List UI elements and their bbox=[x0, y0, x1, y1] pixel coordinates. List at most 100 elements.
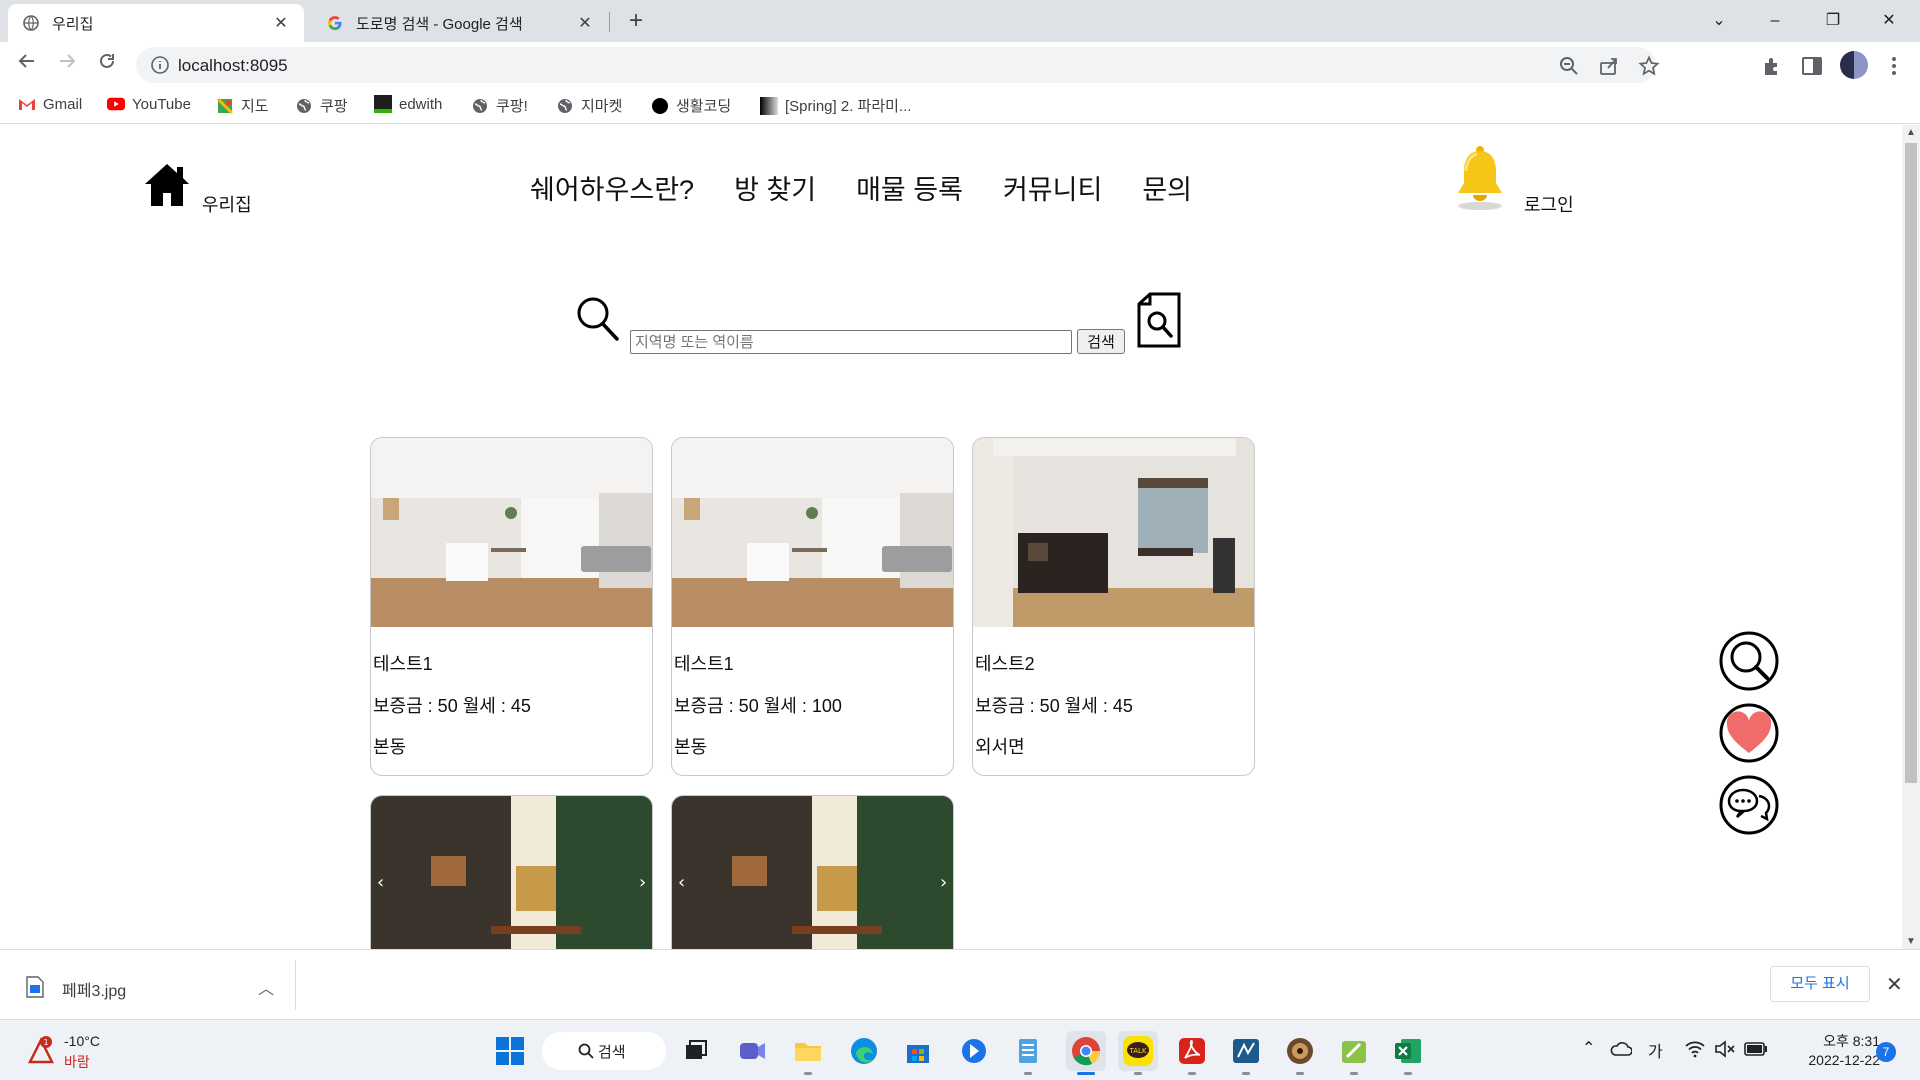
main-nav: 쉐어하우스란? 방 찾기 매물 등록 커뮤니티 문의 bbox=[530, 168, 1232, 207]
speaker-muted-icon[interactable] bbox=[1714, 1040, 1736, 1058]
scroll-up-icon[interactable]: ▲ bbox=[1902, 127, 1920, 138]
page-scrollbar[interactable]: ▲ ▼ bbox=[1902, 125, 1920, 949]
bookmark-gmail[interactable]: Gmail bbox=[18, 95, 82, 113]
bookmark-edwith[interactable]: edwith bbox=[374, 95, 442, 113]
url-text[interactable]: localhost:8095 bbox=[178, 56, 288, 76]
wifi-icon[interactable] bbox=[1684, 1040, 1706, 1058]
search-button[interactable]: 검색 bbox=[1077, 329, 1125, 354]
tab-search-button[interactable]: ⌄ bbox=[1696, 6, 1742, 36]
extensions-icon[interactable] bbox=[1760, 54, 1784, 78]
floating-chat-icon[interactable] bbox=[1719, 775, 1779, 835]
weather-description[interactable]: 바람 bbox=[64, 1052, 90, 1072]
room-card[interactable]: 테스트2 보증금 : 50 월세 : 45 외서면 bbox=[972, 437, 1255, 776]
bookmark-opentutorials[interactable]: 생활코딩 bbox=[651, 95, 731, 116]
close-download-bar-button[interactable]: ✕ bbox=[1886, 972, 1903, 997]
bookmark-map[interactable]: 지도 bbox=[216, 95, 269, 116]
floating-heart-icon[interactable] bbox=[1719, 703, 1779, 763]
download-filename[interactable]: 페페3.jpg bbox=[62, 977, 126, 1001]
bell-icon[interactable] bbox=[1452, 143, 1508, 211]
nav-item-inquiry[interactable]: 문의 bbox=[1142, 168, 1192, 207]
chevron-up-icon[interactable]: ⌃ bbox=[1582, 1038, 1595, 1058]
microsoft-store-icon[interactable] bbox=[902, 1035, 934, 1067]
logo-text[interactable]: 우리집 bbox=[202, 191, 252, 217]
room-name: 테스트1 bbox=[373, 654, 433, 674]
gradient-square-icon bbox=[760, 96, 778, 115]
window-close-button[interactable]: ✕ bbox=[1866, 6, 1912, 36]
ime-indicator[interactable]: 가 bbox=[1648, 1038, 1663, 1062]
scrollbar-thumb[interactable] bbox=[1905, 143, 1917, 783]
bookmark-label: YouTube bbox=[132, 95, 191, 113]
edge-browser-icon[interactable] bbox=[848, 1035, 880, 1067]
profile-avatar[interactable] bbox=[1840, 51, 1868, 79]
minimize-button[interactable]: – bbox=[1752, 6, 1798, 36]
room-price: 보증금 : 50 월세 : 45 bbox=[975, 696, 1133, 716]
excel-icon[interactable] bbox=[1392, 1035, 1424, 1067]
notepad-icon[interactable] bbox=[1012, 1035, 1044, 1067]
room-card[interactable]: ‹ › bbox=[370, 795, 653, 949]
running-indicator bbox=[804, 1072, 812, 1075]
notification-badge[interactable]: 7 bbox=[1876, 1042, 1896, 1062]
kakaotalk-app-button[interactable]: TALK bbox=[1118, 1031, 1158, 1071]
show-all-downloads-button[interactable]: 모두 표시 bbox=[1770, 966, 1870, 1002]
search-input[interactable] bbox=[630, 330, 1072, 354]
running-indicator bbox=[1134, 1072, 1142, 1075]
tab-google-search[interactable]: 도로명 검색 - Google 검색 ✕ bbox=[312, 4, 608, 42]
battery-icon[interactable] bbox=[1744, 1042, 1768, 1056]
remote-app-icon[interactable] bbox=[958, 1035, 990, 1067]
room-location: 본동 bbox=[674, 737, 708, 757]
weather-warning-icon[interactable]: 1 bbox=[26, 1034, 56, 1066]
zoom-icon[interactable] bbox=[1558, 55, 1580, 77]
teams-chat-icon[interactable] bbox=[736, 1035, 768, 1067]
chevron-up-icon[interactable]: ︿ bbox=[258, 975, 274, 999]
bookmark-spring[interactable]: [Spring] 2. 파라미... bbox=[760, 95, 911, 116]
windows-start-icon[interactable] bbox=[494, 1035, 526, 1067]
bookmark-coupang-2[interactable]: 쿠팡! bbox=[471, 95, 528, 116]
nav-item-find-room[interactable]: 방 찾기 bbox=[734, 168, 816, 207]
share-icon[interactable] bbox=[1598, 55, 1620, 77]
restore-button[interactable]: ❐ bbox=[1810, 6, 1856, 36]
nav-item-community[interactable]: 커뮤니티 bbox=[1003, 168, 1102, 207]
star-icon[interactable] bbox=[1638, 55, 1660, 77]
google-icon bbox=[326, 14, 344, 32]
file-explorer-icon[interactable] bbox=[792, 1035, 824, 1067]
tab-urizip[interactable]: 우리집 ✕ bbox=[8, 4, 304, 42]
new-tab-button[interactable]: + bbox=[622, 8, 650, 36]
forward-arrow-icon bbox=[60, 54, 76, 68]
chrome-app-button[interactable] bbox=[1066, 1031, 1106, 1071]
acrobat-icon[interactable] bbox=[1176, 1035, 1208, 1067]
nav-item-register[interactable]: 매물 등록 bbox=[856, 168, 963, 207]
bookmark-gmarket[interactable]: 지마켓 bbox=[556, 95, 622, 116]
sql-developer-icon[interactable] bbox=[1230, 1035, 1262, 1067]
document-search-icon[interactable] bbox=[1136, 292, 1182, 348]
bookmark-coupang[interactable]: 쿠팡 bbox=[295, 95, 348, 116]
room-card[interactable]: ‹ › bbox=[671, 795, 954, 949]
task-view-icon[interactable] bbox=[680, 1035, 712, 1067]
clock-time[interactable]: 오후 8:31 bbox=[1802, 1031, 1880, 1051]
nav-item-sharehouse[interactable]: 쉐어하우스란? bbox=[530, 168, 694, 207]
tab-close-button[interactable]: ✕ bbox=[272, 13, 290, 33]
game-app-icon[interactable] bbox=[1284, 1035, 1316, 1067]
address-bar[interactable]: localhost:8095 bbox=[136, 47, 1660, 83]
browser-toolbar: localhost:8095 bbox=[0, 42, 1920, 88]
svg-text:‹: ‹ bbox=[678, 872, 685, 893]
bookmark-youtube[interactable]: YouTube bbox=[107, 95, 191, 113]
room-photo: ‹ › bbox=[672, 796, 953, 949]
clock-date[interactable]: 2022-12-22 bbox=[1786, 1052, 1880, 1068]
tab-close-button[interactable]: ✕ bbox=[576, 13, 594, 33]
weather-temperature[interactable]: -10°C bbox=[64, 1033, 100, 1049]
forward-button[interactable] bbox=[52, 50, 82, 80]
scroll-down-icon[interactable]: ▼ bbox=[1902, 936, 1920, 947]
editor-app-icon[interactable] bbox=[1338, 1035, 1370, 1067]
home-icon[interactable] bbox=[143, 162, 191, 208]
room-card[interactable]: 테스트1 보증금 : 50 월세 : 45 본동 bbox=[370, 437, 653, 776]
floating-search-icon[interactable] bbox=[1719, 631, 1779, 691]
login-link[interactable]: 로그인 bbox=[1524, 191, 1574, 217]
side-panel-icon[interactable] bbox=[1800, 54, 1824, 78]
info-icon[interactable] bbox=[150, 55, 170, 75]
room-card[interactable]: 테스트1 보증금 : 50 월세 : 100 본동 bbox=[671, 437, 954, 776]
taskbar-search[interactable]: 검색 bbox=[542, 1032, 666, 1070]
reload-button[interactable] bbox=[92, 50, 122, 80]
back-button[interactable] bbox=[12, 50, 42, 80]
more-menu-icon[interactable] bbox=[1882, 54, 1906, 78]
cloud-sync-icon[interactable] bbox=[1610, 1040, 1632, 1058]
